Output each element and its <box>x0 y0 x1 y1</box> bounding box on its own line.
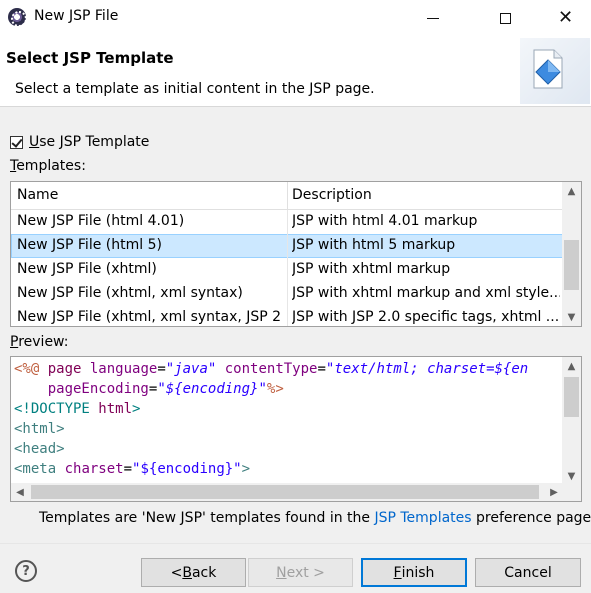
scroll-right-icon[interactable]: ▶ <box>545 483 563 501</box>
close-button[interactable]: ✕ <box>543 0 588 36</box>
minimize-button[interactable] <box>410 0 455 36</box>
templates-table[interactable]: Name Description New JSP File (html 4.01… <box>10 181 582 327</box>
scroll-down-icon[interactable]: ▼ <box>562 308 581 326</box>
eclipse-app-icon <box>8 8 27 27</box>
wizard-banner: Select JSP Template Select a template as… <box>0 36 591 107</box>
page-description: Select a template as initial content in … <box>15 81 375 97</box>
next-button[interactable]: Next > <box>248 558 353 587</box>
back-button[interactable]: < Back <box>141 558 246 587</box>
window-title: New JSP File <box>34 8 119 24</box>
page-title: Select JSP Template <box>6 49 174 67</box>
template-description: JSP with xhtml markup and xml style... <box>292 285 560 301</box>
finish-button[interactable]: Finish <box>361 558 467 587</box>
templates-vertical-scrollbar[interactable]: ▲ ▼ <box>562 182 581 326</box>
template-name: New JSP File (xhtml) <box>17 261 157 277</box>
template-description: JSP with xhtml markup <box>292 261 451 277</box>
code-preview: <%@ page language="java" contentType="te… <box>14 359 528 479</box>
table-row-selected[interactable]: New JSP File (html 5) JSP with html 5 ma… <box>11 234 563 258</box>
column-header-description[interactable]: Description <box>292 187 372 203</box>
table-row[interactable]: New JSP File (xhtml) JSP with xhtml mark… <box>11 258 563 282</box>
checkbox-checked-icon[interactable] <box>10 135 23 149</box>
code-line: <html> <box>14 421 65 437</box>
cancel-button[interactable]: Cancel <box>475 558 581 587</box>
help-icon[interactable]: ? <box>15 560 37 582</box>
maximize-icon <box>500 12 511 24</box>
jsp-file-wizard-icon <box>533 49 563 89</box>
scroll-up-icon[interactable]: ▲ <box>562 182 581 200</box>
wizard-banner-graphic <box>520 38 590 104</box>
templates-label: Templates: <box>10 158 86 174</box>
use-jsp-template-label: Use JSP Template <box>29 134 150 150</box>
scrollbar-corner <box>562 483 581 501</box>
code-line: <!DOCTYPE html> <box>14 401 141 417</box>
template-name: New JSP File (xhtml, xml syntax, JSP 2..… <box>17 309 281 325</box>
scrollbar-thumb[interactable] <box>564 240 579 290</box>
preview-horizontal-scrollbar[interactable]: ◀ ▶ <box>11 483 563 501</box>
title-bar: New JSP File ✕ <box>0 0 591 36</box>
code-line: pageEncoding="${encoding}"%> <box>47 381 284 397</box>
table-row[interactable]: New JSP File (xhtml, xml syntax) JSP wit… <box>11 282 563 306</box>
close-icon: ✕ <box>557 7 574 28</box>
code-line: <%@ page language="java" contentType="te… <box>14 361 529 377</box>
template-name: New JSP File (html 5) <box>17 237 162 253</box>
code-line: <head> <box>14 441 65 457</box>
maximize-button[interactable] <box>483 0 528 36</box>
template-description: JSP with html 4.01 markup <box>292 213 478 229</box>
preview-pane[interactable]: <%@ page language="java" contentType="te… <box>10 356 582 502</box>
minimize-icon <box>426 17 439 19</box>
preview-vertical-scrollbar[interactable]: ▲ ▼ <box>562 357 581 485</box>
template-description: JSP with html 5 markup <box>292 237 456 253</box>
code-line: <meta charset="${encoding}"> <box>14 461 251 477</box>
template-name: New JSP File (xhtml, xml syntax) <box>17 285 243 301</box>
use-jsp-template-checkbox[interactable]: Use JSP Template <box>10 132 149 152</box>
footer-divider <box>0 543 591 544</box>
template-description: JSP with JSP 2.0 specific tags, xhtml ..… <box>292 309 560 325</box>
scrollbar-thumb[interactable] <box>564 377 579 417</box>
table-header: Name Description <box>11 182 563 210</box>
table-row[interactable]: New JSP File (html 4.01) JSP with html 4… <box>11 210 563 234</box>
column-header-name[interactable]: Name <box>17 187 58 203</box>
scroll-up-icon[interactable]: ▲ <box>562 357 581 375</box>
template-name: New JSP File (html 4.01) <box>17 213 185 229</box>
scroll-left-icon[interactable]: ◀ <box>11 483 29 501</box>
preview-label: Preview: <box>10 334 69 350</box>
jsp-templates-link[interactable]: JSP Templates <box>374 510 471 526</box>
templates-note: Templates are 'New JSP' templates found … <box>39 510 591 526</box>
scrollbar-thumb[interactable] <box>31 485 539 499</box>
table-row[interactable]: New JSP File (xhtml, xml syntax, JSP 2..… <box>11 306 563 326</box>
